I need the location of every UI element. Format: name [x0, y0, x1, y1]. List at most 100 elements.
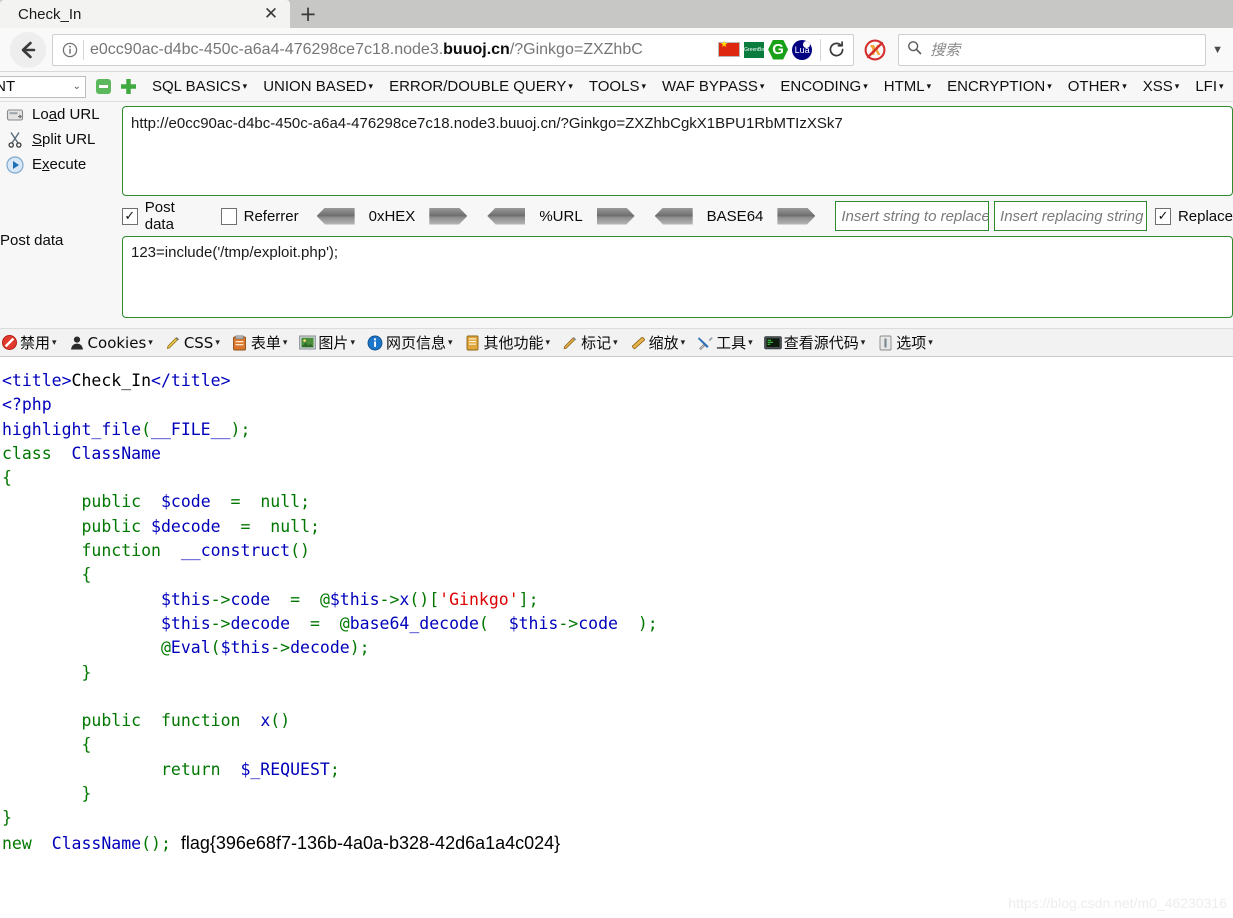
code-token: new — [2, 833, 32, 853]
caret-down-icon: ▾ — [928, 337, 933, 347]
caret-down-icon: ▾ — [863, 81, 868, 91]
replace-search-input[interactable]: Insert string to replace — [835, 201, 989, 231]
replace-with-input[interactable]: Insert replacing string — [994, 201, 1148, 231]
toolbar-item-information[interactable]: 网页信息 ▾ — [366, 332, 453, 353]
toolbar-item-forms[interactable]: 表单 ▾ — [231, 332, 287, 353]
hackbar-menu-encryption[interactable]: ENCRYPTION ▾ — [947, 78, 1052, 95]
hackbar-menu-error-double-query[interactable]: ERROR/DOUBLE QUERY ▾ — [389, 78, 573, 95]
replace-checkbox[interactable]: ✓ — [1155, 207, 1171, 225]
toolbar-item-outline[interactable]: 标记 ▾ — [561, 332, 618, 353]
address-bar[interactable]: e0cc90ac-d4bc-450c-a6a4-476298ce7c18.nod… — [52, 33, 855, 66]
hackbar-menu-union-based[interactable]: UNION BASED ▾ — [263, 78, 373, 95]
code-token: $this — [508, 613, 559, 633]
decode-base64-button[interactable] — [654, 207, 693, 225]
encoder-url-label: %URL — [539, 207, 583, 225]
caret-down-icon: ▾ — [52, 337, 57, 347]
encode-hex-button[interactable] — [429, 207, 468, 225]
hackbar-post-textarea[interactable]: 123=include('/tmp/exploit.php'); — [122, 236, 1233, 318]
referrer-checkbox[interactable] — [220, 207, 237, 225]
toolbar-item-disable[interactable]: 禁用 ▾ — [0, 332, 57, 353]
greenbody-icon[interactable]: GreenBody — [744, 41, 765, 58]
execute-button[interactable]: Execute — [0, 152, 120, 177]
code-token: <?php — [2, 395, 52, 415]
caret-down-icon: ▾ — [148, 337, 153, 347]
hackbar-menu-lfi[interactable]: LFI ▾ — [1195, 78, 1223, 95]
tab-check-in[interactable]: Check_In ✕ — [0, 0, 290, 28]
hackbar-menu-other[interactable]: OTHER ▾ — [1068, 78, 1127, 95]
back-arrow-icon[interactable] — [10, 31, 46, 68]
hackbar-url-textarea[interactable]: http://e0cc90ac-d4bc-450c-a6a4-476298ce7… — [122, 106, 1233, 196]
flag-cn-icon[interactable] — [718, 40, 741, 57]
tab-strip: Check_In ✕ + — [0, 0, 1233, 28]
caret-down-icon: ▾ — [860, 337, 866, 347]
hackbar-menu-xss[interactable]: XSS ▾ — [1143, 78, 1180, 95]
reload-icon[interactable] — [823, 37, 849, 63]
greasemonkey-icon[interactable]: G — [768, 39, 789, 60]
hackbar-menu-html[interactable]: HTML ▾ — [884, 78, 931, 95]
load-url-button[interactable]: Load URL — [0, 102, 120, 127]
toolbar-item-options[interactable]: 选项 ▾ — [876, 332, 933, 353]
encode-base64-button[interactable] — [777, 207, 816, 225]
code-token: $this — [160, 613, 211, 633]
resize-icon — [629, 334, 647, 352]
toolbar-item-css[interactable]: CSS ▾ — [164, 334, 220, 352]
encoder-url: %URL — [487, 207, 635, 225]
toolbar-item-images[interactable]: 图片 ▾ — [298, 332, 355, 353]
code-token: $this — [220, 638, 271, 658]
code-token: } — [81, 784, 92, 804]
caret-down-icon: ▾ — [242, 81, 248, 91]
disable-icon — [0, 334, 18, 352]
load-url-label: Load URL — [32, 106, 100, 123]
load-url-icon — [2, 107, 28, 123]
toolbar-item-miscellaneous[interactable]: 其他功能 ▾ — [464, 332, 551, 353]
plus-button-icon[interactable] — [121, 79, 136, 94]
toolbar-item-cookies[interactable]: Cookies ▾ — [68, 334, 153, 352]
noscript-icon[interactable] — [860, 35, 890, 65]
caret-down-icon: ▾ — [1219, 81, 1224, 91]
lua-icon[interactable]: Lua — [792, 39, 813, 60]
search-input[interactable]: 搜索 — [930, 39, 960, 60]
hackbar-type-select[interactable]: INT ⌄ — [0, 75, 86, 98]
hackbar-menu-encoding[interactable]: ENCODING ▾ — [780, 78, 867, 95]
menu-label: SQL BASICS — [152, 78, 241, 95]
hackbar-menu-tools[interactable]: TOOLS ▾ — [589, 78, 646, 95]
code-token: public — [81, 711, 142, 731]
search-bar[interactable]: 搜索 — [898, 33, 1207, 66]
decode-url-button[interactable] — [487, 207, 526, 225]
minus-button-icon[interactable] — [96, 79, 111, 94]
chevron-right-icon[interactable]: ▼ — [1206, 44, 1227, 56]
menu-label: OTHER — [1067, 78, 1121, 95]
toolbar-item-resize[interactable]: 缩放 ▾ — [629, 332, 685, 353]
post-data-checkbox[interactable]: ✓ — [122, 207, 138, 225]
code-token: (); — [141, 833, 171, 853]
code-token: -> — [558, 613, 579, 633]
navigation-bar: e0cc90ac-d4bc-450c-a6a4-476298ce7c18.nod… — [0, 28, 1233, 72]
code-token: { — [81, 735, 92, 755]
toolbar-item-view-source[interactable]: 查看源代码 ▾ — [763, 332, 866, 353]
caret-down-icon: ▾ — [350, 337, 355, 347]
info-icon[interactable] — [59, 39, 81, 61]
code-token: x — [260, 711, 271, 731]
address-extension-icons: GreenBody G Lua — [712, 39, 818, 60]
address-separator — [83, 39, 84, 60]
toolbar-label: 查看源代码 — [783, 334, 859, 352]
toolbar-label: 缩放 — [648, 334, 679, 352]
toolbar-item-tools[interactable]: 工具 ▾ — [696, 332, 753, 353]
close-icon[interactable]: ✕ — [260, 3, 282, 25]
caret-down-icon: ▾ — [545, 337, 551, 347]
new-tab-button[interactable]: + — [290, 0, 326, 28]
split-url-button[interactable]: Split URL — [0, 127, 120, 152]
hackbar-menu-waf-bypass[interactable]: WAF BYPASS ▾ — [662, 78, 764, 95]
code-token: @ — [160, 638, 171, 658]
toolbar-divider — [820, 38, 822, 61]
hackbar-menu-sql-basics[interactable]: SQL BASICS ▾ — [152, 78, 247, 95]
watermark: https://blog.csdn.net/m0_46230316 — [1008, 895, 1227, 911]
encode-url-button[interactable] — [596, 207, 635, 225]
decode-hex-button[interactable] — [316, 207, 355, 225]
